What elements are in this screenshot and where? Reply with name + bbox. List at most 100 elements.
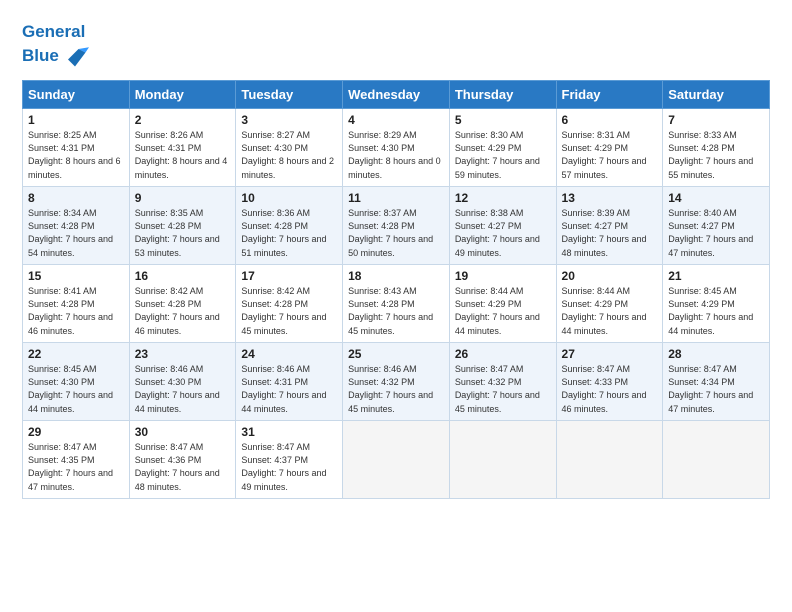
day-info: Sunrise: 8:40 AMSunset: 4:27 PMDaylight:… bbox=[668, 207, 764, 259]
day-info: Sunrise: 8:27 AMSunset: 4:30 PMDaylight:… bbox=[241, 129, 337, 181]
day-info: Sunrise: 8:47 AMSunset: 4:36 PMDaylight:… bbox=[135, 441, 231, 493]
sunset-text: Sunset: 4:30 PM bbox=[28, 377, 95, 387]
daylight-hours-label: Daylight: 7 hours and 46 minutes. bbox=[28, 312, 113, 335]
daylight-hours-label: Daylight: 7 hours and 50 minutes. bbox=[348, 234, 433, 257]
calendar-cell bbox=[556, 421, 663, 499]
sunrise-text: Sunrise: 8:36 AM bbox=[241, 208, 310, 218]
day-number: 23 bbox=[135, 347, 231, 361]
day-number: 30 bbox=[135, 425, 231, 439]
calendar-table: SundayMondayTuesdayWednesdayThursdayFrid… bbox=[22, 80, 770, 499]
day-number: 21 bbox=[668, 269, 764, 283]
day-number: 10 bbox=[241, 191, 337, 205]
calendar-cell: 10 Sunrise: 8:36 AMSunset: 4:28 PMDaylig… bbox=[236, 187, 343, 265]
sunrise-text: Sunrise: 8:34 AM bbox=[28, 208, 97, 218]
sunrise-text: Sunrise: 8:42 AM bbox=[135, 286, 204, 296]
day-info: Sunrise: 8:47 AMSunset: 4:35 PMDaylight:… bbox=[28, 441, 124, 493]
day-number: 22 bbox=[28, 347, 124, 361]
day-number: 9 bbox=[135, 191, 231, 205]
day-number: 15 bbox=[28, 269, 124, 283]
weekday-header-sunday: Sunday bbox=[23, 81, 130, 109]
sunset-text: Sunset: 4:31 PM bbox=[135, 143, 202, 153]
day-info: Sunrise: 8:46 AM Sunset: 4:31 PM Daylight:… bbox=[241, 363, 337, 415]
sunrise-text: Sunrise: 8:47 AM bbox=[28, 442, 97, 452]
sunset-text: Sunset: 4:28 PM bbox=[668, 143, 735, 153]
calendar-cell: 25 Sunrise: 8:46 AMSunset: 4:32 PMDaylig… bbox=[343, 343, 450, 421]
sunset-text: Sunset: 4:28 PM bbox=[241, 221, 308, 231]
sunrise-text: Sunrise: 8:39 AM bbox=[562, 208, 631, 218]
daylight-hours-label: Daylight: 7 hours and 53 minutes. bbox=[135, 234, 220, 257]
sunrise-text: Sunrise: 8:42 AM bbox=[241, 286, 310, 296]
sunset-text: Sunset: 4:27 PM bbox=[455, 221, 522, 231]
daylight-hours-label: Daylight: 7 hours and 49 minutes. bbox=[241, 468, 326, 491]
sunset-text: Sunset: 4:28 PM bbox=[135, 221, 202, 231]
calendar-cell: 18 Sunrise: 8:43 AMSunset: 4:28 PMDaylig… bbox=[343, 265, 450, 343]
calendar-cell: 28 Sunrise: 8:47 AMSunset: 4:34 PMDaylig… bbox=[663, 343, 770, 421]
sunset-text: Sunset: 4:28 PM bbox=[135, 299, 202, 309]
calendar-cell: 27 Sunrise: 8:47 AMSunset: 4:33 PMDaylig… bbox=[556, 343, 663, 421]
daylight-hours-label: Daylight: 7 hours and 44 minutes. bbox=[455, 312, 540, 335]
sunrise-text: Sunrise: 8:44 AM bbox=[455, 286, 524, 296]
sunset-text: Sunset: 4:29 PM bbox=[455, 143, 522, 153]
day-number: 14 bbox=[668, 191, 764, 205]
day-info: Sunrise: 8:43 AMSunset: 4:28 PMDaylight:… bbox=[348, 285, 444, 337]
daylight-hours-label: Daylight: 7 hours and 44 minutes. bbox=[562, 312, 647, 335]
calendar-cell: 29 Sunrise: 8:47 AMSunset: 4:35 PMDaylig… bbox=[23, 421, 130, 499]
calendar-cell: 23 Sunrise: 8:46 AMSunset: 4:30 PMDaylig… bbox=[129, 343, 236, 421]
sunset-text: Sunset: 4:31 PM bbox=[28, 143, 95, 153]
day-info: Sunrise: 8:35 AMSunset: 4:28 PMDaylight:… bbox=[135, 207, 231, 259]
calendar-cell: 16 Sunrise: 8:42 AMSunset: 4:28 PMDaylig… bbox=[129, 265, 236, 343]
sunset-text: Sunset: 4:37 PM bbox=[241, 455, 308, 465]
calendar-week-1: 1 Sunrise: 8:25 AMSunset: 4:31 PMDayligh… bbox=[23, 109, 770, 187]
sunset-text: Sunset: 4:28 PM bbox=[241, 299, 308, 309]
daylight-hours-label: Daylight: 7 hours and 49 minutes. bbox=[455, 234, 540, 257]
day-number: 13 bbox=[562, 191, 658, 205]
day-info: Sunrise: 8:34 AM Sunset: 4:28 PM Daylight:… bbox=[28, 207, 124, 259]
sunrise-text: Sunrise: 8:45 AM bbox=[28, 364, 97, 374]
day-info: Sunrise: 8:26 AMSunset: 4:31 PMDaylight:… bbox=[135, 129, 231, 181]
page: General Blue SundayMondayTuesdayWednesda… bbox=[0, 0, 792, 513]
daylight-hours-label: Daylight: 8 hours and 0 minutes. bbox=[348, 156, 441, 179]
daylight-hours-label: Daylight: 7 hours and 55 minutes. bbox=[668, 156, 753, 179]
daylight-hours-label: Daylight: 7 hours and 54 minutes. bbox=[28, 234, 113, 257]
day-info: Sunrise: 8:39 AMSunset: 4:27 PMDaylight:… bbox=[562, 207, 658, 259]
daylight-hours-label: Daylight: 7 hours and 44 minutes. bbox=[241, 390, 326, 413]
sunrise-text: Sunrise: 8:29 AM bbox=[348, 130, 417, 140]
sunset-text: Sunset: 4:32 PM bbox=[348, 377, 415, 387]
calendar-cell: 15 Sunrise: 8:41 AMSunset: 4:28 PMDaylig… bbox=[23, 265, 130, 343]
day-number: 8 bbox=[28, 191, 124, 205]
day-number: 7 bbox=[668, 113, 764, 127]
day-number: 12 bbox=[455, 191, 551, 205]
sunrise-text: Sunrise: 8:37 AM bbox=[348, 208, 417, 218]
sunset-text: Sunset: 4:28 PM bbox=[28, 221, 95, 231]
sunset-text: Sunset: 4:31 PM bbox=[241, 377, 308, 387]
calendar-cell: 1 Sunrise: 8:25 AMSunset: 4:31 PMDayligh… bbox=[23, 109, 130, 187]
daylight-hours-label: Daylight: 7 hours and 47 minutes. bbox=[668, 234, 753, 257]
sunrise-text: Sunrise: 8:41 AM bbox=[28, 286, 97, 296]
sunrise-text: Sunrise: 8:44 AM bbox=[562, 286, 631, 296]
daylight-hours-label: Daylight: 7 hours and 46 minutes. bbox=[135, 312, 220, 335]
day-info: Sunrise: 8:30 AMSunset: 4:29 PMDaylight:… bbox=[455, 129, 551, 181]
sunrise-text: Sunrise: 8:47 AM bbox=[135, 442, 204, 452]
calendar-cell: 17 Sunrise: 8:42 AMSunset: 4:28 PMDaylig… bbox=[236, 265, 343, 343]
sunset-text: Sunset: 4:30 PM bbox=[241, 143, 308, 153]
sunrise-text: Sunrise: 8:46 AM bbox=[241, 364, 310, 374]
sunset-text: Sunset: 4:30 PM bbox=[348, 143, 415, 153]
daylight-hours-label: Daylight: 7 hours and 45 minutes. bbox=[348, 312, 433, 335]
day-info: Sunrise: 8:41 AMSunset: 4:28 PMDaylight:… bbox=[28, 285, 124, 337]
sunset-text: Sunset: 4:29 PM bbox=[455, 299, 522, 309]
sunrise-text: Sunrise: 8:40 AM bbox=[668, 208, 737, 218]
daylight-hours-label: Daylight: 7 hours and 47 minutes. bbox=[668, 390, 753, 413]
daylight-hours-label: Daylight: 7 hours and 44 minutes. bbox=[135, 390, 220, 413]
daylight-hours-label: Daylight: 7 hours and 44 minutes. bbox=[668, 312, 753, 335]
calendar-cell: 22 Sunrise: 8:45 AMSunset: 4:30 PMDaylig… bbox=[23, 343, 130, 421]
sunset-text: Sunset: 4:32 PM bbox=[455, 377, 522, 387]
day-number: 24 bbox=[241, 347, 337, 361]
day-number: 27 bbox=[562, 347, 658, 361]
sunrise-text: Sunrise: 8:46 AM bbox=[348, 364, 417, 374]
day-number: 2 bbox=[135, 113, 231, 127]
daylight-hours-label: Daylight: 7 hours and 45 minutes. bbox=[241, 312, 326, 335]
daylight-hours-label: Daylight: 7 hours and 45 minutes. bbox=[455, 390, 540, 413]
calendar-cell: 31 Sunrise: 8:47 AMSunset: 4:37 PMDaylig… bbox=[236, 421, 343, 499]
sunset-text: Sunset: 4:35 PM bbox=[28, 455, 95, 465]
weekday-header-friday: Friday bbox=[556, 81, 663, 109]
